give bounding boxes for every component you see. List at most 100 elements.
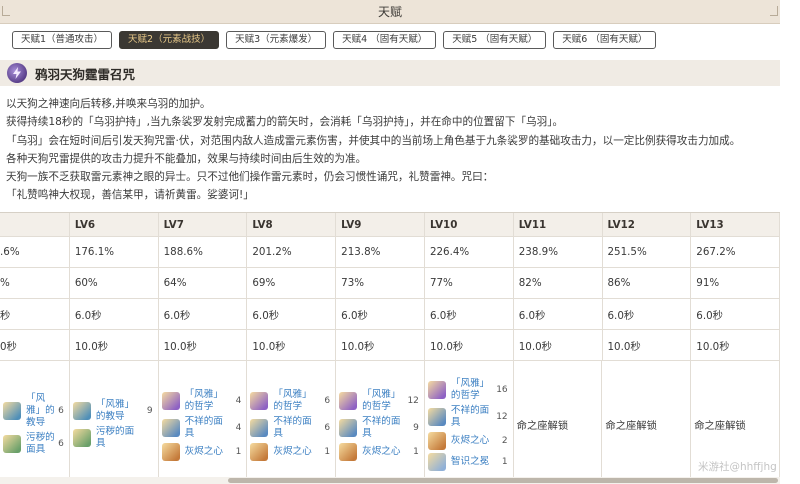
table-cell: 267.2% [691, 237, 781, 267]
heart-icon[interactable] [250, 442, 269, 461]
book-icon[interactable] [72, 402, 91, 420]
book-icon[interactable] [161, 391, 180, 410]
heart-icon[interactable] [161, 442, 180, 461]
material-link[interactable]: 「风雅」的哲学 [273, 389, 315, 413]
material-link[interactable]: 「风雅」的教导 [26, 393, 58, 429]
materials-cell: 「风雅」的哲学 6 不祥的面具 6 灰烬之心 1 [247, 361, 337, 484]
scrollbar-thumb[interactable] [228, 478, 778, 483]
material-list: 「风雅」的哲学 12 不祥的面具 9 灰烬之心 1 [339, 389, 424, 461]
mask-icon[interactable] [72, 429, 91, 447]
material-count: 9 [146, 406, 153, 416]
mask-icon[interactable] [427, 408, 446, 426]
horizontal-scrollbar[interactable] [0, 477, 780, 484]
table-cell: 10.0秒 [514, 330, 603, 360]
material-link[interactable]: 「风雅」的教导 [96, 399, 138, 423]
heart-icon[interactable] [427, 432, 446, 450]
material-count: 1 [235, 446, 242, 457]
table-cell: 86% [603, 268, 692, 298]
material-link[interactable]: 「风雅」的哲学 [185, 389, 227, 413]
tab-talent-5[interactable]: 天赋5 （固有天赋） [443, 31, 547, 49]
watermark: 米游社@hhffjhg [698, 461, 777, 473]
table-cell: 91% [691, 268, 781, 298]
table-cell: 10.0秒 [691, 330, 781, 360]
column-header: LV6 [70, 213, 159, 236]
tab-talent-4[interactable]: 天赋4 （固有天赋） [333, 31, 437, 49]
table-cell: 6.0秒 [159, 299, 248, 329]
material-item: 不祥的面具 6 [250, 416, 335, 440]
material-item: 污秽的面具 [72, 426, 158, 450]
book-icon[interactable] [427, 381, 446, 399]
talent-level-table: LV6 LV7 LV8 LV9 LV10 LV11 LV12 LV13 .6% 176.1% 18… [0, 212, 781, 484]
material-item: 污秽的面具 6 [3, 432, 69, 456]
material-count: 4 [235, 422, 242, 433]
column-header: LV12 [603, 213, 692, 236]
table-row: 0秒 10.0秒 10.0秒 10.0秒 10.0秒 10.0秒 10.0秒 10.0秒 10.… [0, 330, 781, 361]
material-count: 6 [58, 439, 64, 449]
vertical-scrollbar[interactable] [781, 0, 800, 484]
description-line: 各种天狗咒雷提供的攻击力提升不能叠加，效果与持续时间由后生效的为准。 [6, 152, 367, 165]
material-item: 不祥的面具 9 [339, 416, 424, 440]
heart-icon[interactable] [339, 442, 358, 461]
material-link[interactable]: 灰烬之心 [273, 446, 315, 458]
table-cell: 82% [514, 268, 603, 298]
table-cell: 6.0秒 [70, 299, 159, 329]
materials-row: 「风雅」的教导 6 污秽的面具 6 「风雅」的教导 9 污秽的面具 「风雅」的哲学 4 不祥的面具… [0, 361, 780, 484]
table-cell: 6.0秒 [514, 299, 603, 329]
material-link[interactable]: 污秽的面具 [96, 426, 138, 450]
material-link[interactable]: 灰烬之心 [185, 446, 227, 458]
material-link[interactable]: 不祥的面具 [451, 405, 493, 429]
crown-icon[interactable] [427, 453, 446, 471]
material-link[interactable]: 智识之冕 [451, 456, 493, 468]
table-cell: 10.0秒 [70, 330, 159, 360]
table-cell: 10.0秒 [425, 330, 514, 360]
material-link[interactable]: 不祥的面具 [185, 416, 227, 440]
table-cell: 60% [70, 268, 159, 298]
material-link[interactable]: 不祥的面具 [362, 416, 404, 440]
mask-icon[interactable] [250, 418, 269, 437]
book-icon[interactable] [3, 402, 21, 420]
table-header-row: LV6 LV7 LV8 LV9 LV10 LV11 LV12 LV13 [0, 213, 781, 237]
material-count: 9 [413, 422, 419, 433]
material-item: 不祥的面具 4 [161, 416, 247, 440]
material-count: 1 [501, 457, 508, 467]
material-link[interactable]: 污秽的面具 [26, 432, 58, 456]
material-item: 「风雅」的哲学 6 [250, 389, 335, 413]
material-link[interactable]: 灰烬之心 [362, 446, 404, 458]
material-item: 灰烬之心 1 [339, 442, 424, 461]
mask-icon[interactable] [339, 418, 358, 437]
tab-talent-6[interactable]: 天赋6 （固有天赋） [553, 31, 657, 49]
material-link[interactable]: 「风雅」的哲学 [451, 378, 493, 402]
material-item: 「风雅」的哲学 16 [427, 378, 513, 402]
description-line: 天狗一族不乏获取雷元素神之眼的异士。只不过他们操作雷元素时，仍会习惯性诵咒，礼赞… [6, 171, 494, 184]
column-header [0, 213, 70, 236]
material-link[interactable]: 灰烬之心 [451, 435, 493, 447]
material-count: 2 [501, 436, 508, 446]
material-link[interactable]: 不祥的面具 [273, 416, 315, 440]
material-count: 12 [407, 395, 419, 406]
material-item: 「风雅」的教导 9 [72, 399, 158, 423]
table-cell: 213.8% [336, 237, 425, 267]
material-item: 智识之冕 1 [427, 453, 513, 471]
table-cell: 10.0秒 [336, 330, 425, 360]
book-icon[interactable] [339, 391, 358, 410]
mask-icon[interactable] [3, 435, 21, 453]
skill-title-bar: 鸦羽天狗霆雷召咒 [0, 60, 780, 86]
description-line: 获得持续18秒的「乌羽护持」,当九条裟罗发射完成蓄力的箭矢时，会消耗「乌羽护持」… [6, 116, 564, 129]
tab-talent-1[interactable]: 天赋1（普通攻击） [12, 31, 113, 49]
materials-cell: 「风雅」的哲学 12 不祥的面具 9 灰烬之心 1 [336, 361, 425, 484]
column-header: LV11 [514, 213, 603, 236]
mask-icon[interactable] [161, 418, 180, 437]
table-cell: 0秒 [0, 330, 70, 360]
materials-cell: 命之座解锁 [602, 361, 692, 484]
column-header: LV7 [159, 213, 248, 236]
constellation-unlock-label: 命之座解锁 [605, 420, 657, 432]
material-item: 灰烬之心 1 [250, 442, 335, 461]
table-cell: 188.6% [159, 237, 248, 267]
book-icon[interactable] [250, 391, 269, 410]
tab-talent-3[interactable]: 天赋3（元素爆发） [226, 31, 327, 49]
material-link[interactable]: 「风雅」的哲学 [362, 389, 404, 413]
table-row: .6% 176.1% 188.6% 201.2% 213.8% 226.4% 238.9% 2… [0, 237, 781, 268]
tab-talent-2[interactable]: 天赋2（元素战技） [119, 31, 220, 49]
materials-cell: 命之座解锁 [514, 361, 603, 484]
table-cell: 176.1% [70, 237, 159, 267]
